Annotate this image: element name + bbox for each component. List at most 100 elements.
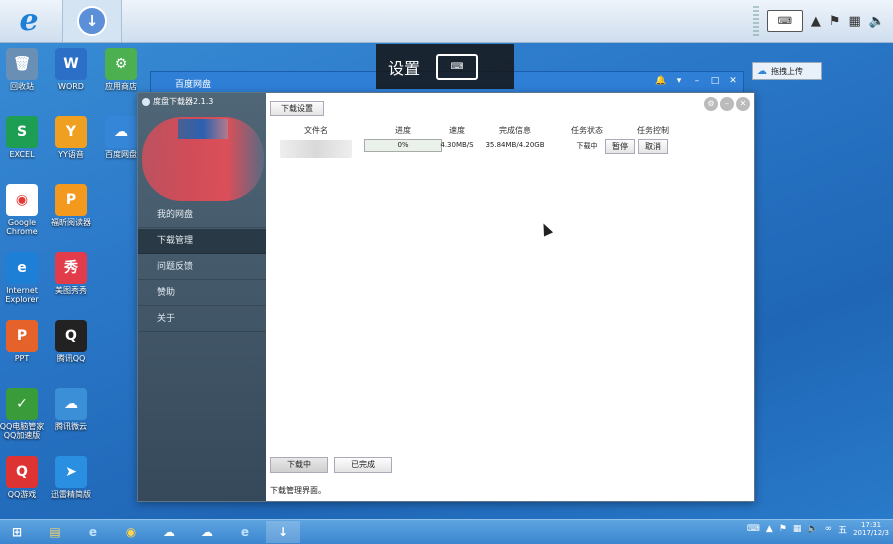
clock[interactable]: 17:31 2017/12/3: [853, 521, 889, 537]
desktop-icon[interactable]: e Internet Explorer: [0, 252, 47, 304]
desktop-icon-label: PPT: [14, 354, 30, 363]
speed-cell: 4.30MB/S: [440, 141, 474, 149]
system-tray: ⌨ ▲ ⚑ ▦ 🔈 ∞ 五 17:31 2017/12/3: [747, 521, 889, 537]
input-method-icon[interactable]: ∞: [825, 524, 833, 534]
windows-start-icon[interactable]: ⊞: [0, 521, 34, 543]
desktop-icon[interactable]: ✓ QQ电脑管家 QQ加速版: [0, 388, 47, 440]
status-line: 下载管理界面。: [270, 486, 326, 495]
toolbar-grip[interactable]: [752, 6, 759, 36]
volume-icon[interactable]: 🔈: [869, 14, 885, 29]
volume-icon[interactable]: 🔈: [807, 524, 818, 534]
desktop-icon-label: EXCEL: [9, 150, 35, 159]
app-icon: 秀: [55, 252, 87, 284]
tab-completed[interactable]: 已完成: [334, 457, 392, 473]
desktop-icon[interactable]: 🗑 回收站: [0, 48, 47, 91]
downloader-window: 度盘下载器2.1.3 我的网盘 下载管理 问题反馈 赞助 关于 ⚙ – ✕ 下载…: [137, 92, 755, 502]
sidebar: 度盘下载器2.1.3 我的网盘 下载管理 问题反馈 赞助 关于: [138, 93, 266, 501]
app-icon: P: [55, 184, 87, 216]
keyboard-icon[interactable]: ⌨: [747, 524, 760, 534]
baidu-cloud-icon[interactable]: ☁: [152, 521, 186, 543]
desktop-icon[interactable]: ➤ 迅雷精简版: [46, 456, 96, 499]
keyboard-icon[interactable]: ⌨: [436, 53, 479, 80]
baidu-cloud-icon-2[interactable]: ☁: [190, 521, 224, 543]
drag-upload-button[interactable]: ☁ 拖拽上传: [752, 62, 822, 80]
baidu-window-title: 百度网盘: [175, 80, 212, 90]
app-icon: ◉: [6, 184, 38, 216]
settings-icon[interactable]: ⚙: [704, 97, 718, 111]
internet-explorer-icon[interactable]: e: [76, 521, 110, 543]
app-icon: Q: [6, 456, 38, 488]
app-icon: ⚙: [105, 48, 137, 80]
desktop-icon[interactable]: W WORD: [46, 48, 96, 91]
desktop-icon-label: Google Chrome: [6, 218, 38, 236]
sidebar-item-about[interactable]: 关于: [138, 307, 266, 332]
ie-taskbar-button[interactable]: e: [0, 0, 58, 42]
internet-explorer-icon: e: [19, 3, 39, 38]
sidebar-item-download-manager[interactable]: 下载管理: [138, 229, 266, 254]
baidu-window-controls: 🔔 ▾ – □ ✕: [655, 75, 739, 87]
desktop-icon-label: 应用商店: [105, 82, 137, 91]
sidebar-item-label: 我的网盘: [157, 210, 194, 220]
flag-icon[interactable]: ⚑: [829, 14, 841, 29]
menu-icon[interactable]: ▾: [673, 75, 685, 87]
input-mode-label[interactable]: 五: [838, 523, 847, 536]
app-icon: ☁: [55, 388, 87, 420]
network-icon[interactable]: ▦: [849, 14, 861, 29]
top-taskbar: e ↓ ⌨ ▲ ⚑ ▦ 🔈: [0, 0, 893, 43]
app-icon: e: [6, 252, 38, 284]
close-icon[interactable]: ✕: [736, 97, 750, 111]
downloader-taskbar-button[interactable]: ↓: [62, 0, 122, 42]
desktop-icon[interactable]: P 福昕阅读器: [46, 184, 96, 227]
minimize-icon[interactable]: –: [720, 97, 734, 111]
cloud-icon: ☁: [757, 65, 767, 77]
desktop-icon[interactable]: ☁ 腾讯微云: [46, 388, 96, 431]
desktop-icon-label: 腾讯微云: [55, 422, 87, 431]
pause-button[interactable]: 暂停: [605, 139, 635, 154]
download-manager-panel: ⚙ – ✕ 下载设置 文件名 进度 速度 完成信息 任务状态 任务控制 0% 4…: [266, 93, 754, 501]
cancel-button[interactable]: 取消: [638, 139, 668, 154]
sidebar-item-my-disk[interactable]: 我的网盘: [138, 203, 266, 228]
arrow-up-icon[interactable]: ▲: [766, 524, 773, 534]
desktop-icon[interactable]: ◉ Google Chrome: [0, 184, 47, 236]
minimize-icon[interactable]: –: [691, 75, 703, 87]
keyboard-icon[interactable]: ⌨: [766, 10, 803, 32]
window-title-text: 度盘下载器2.1.3: [153, 97, 214, 106]
col-speed: 速度: [449, 126, 465, 135]
downloader-icon[interactable]: ↓: [266, 521, 300, 543]
file-explorer-icon[interactable]: ▤: [38, 521, 72, 543]
desktop-icon[interactable]: ⚙ 应用商店: [96, 48, 146, 91]
download-settings-button[interactable]: 下载设置: [270, 101, 324, 116]
desktop-icon[interactable]: Q 腾讯QQ: [46, 320, 96, 363]
desktop-icon[interactable]: 秀美图秀秀: [46, 252, 96, 295]
sidebar-item-label: 关于: [157, 314, 176, 324]
chrome-icon[interactable]: ◉: [114, 521, 148, 543]
top-tray: ⌨ ▲ ⚑ ▦ 🔈: [752, 0, 893, 42]
bell-icon[interactable]: 🔔: [655, 75, 667, 87]
desktop-icon[interactable]: S EXCEL: [0, 116, 47, 159]
desktop-icon[interactable]: P PPT: [0, 320, 47, 363]
clock-time: 17:31: [860, 521, 882, 529]
desktop-icon[interactable]: Q QQ游戏: [0, 456, 47, 499]
desktop-icon[interactable]: Y YY语音: [46, 116, 96, 159]
tab-downloading[interactable]: 下载中: [270, 457, 328, 473]
desktop-icon-label: QQ游戏: [7, 490, 37, 499]
network-icon[interactable]: ▦: [793, 524, 802, 534]
app-icon: W: [55, 48, 87, 80]
app-icon: ✓: [6, 388, 38, 420]
settings-osd: 设置 ⌨: [376, 44, 514, 89]
sidebar-item-label: 问题反馈: [157, 262, 194, 272]
sidebar-item-feedback[interactable]: 问题反馈: [138, 255, 266, 280]
col-filename: 文件名: [304, 126, 328, 135]
maximize-icon[interactable]: □: [709, 75, 721, 87]
close-icon[interactable]: ✕: [727, 75, 739, 87]
sidebar-item-sponsor[interactable]: 赞助: [138, 281, 266, 306]
desktop-icon-label: WORD: [58, 82, 84, 91]
desktop-icon-label: 回收站: [10, 82, 34, 91]
desktop-icon-label: 福昕阅读器: [51, 218, 91, 227]
arrow-up-icon[interactable]: ▲: [811, 14, 821, 29]
flag-icon[interactable]: ⚑: [779, 524, 787, 534]
app-icon: Q: [55, 320, 87, 352]
sidebar-item-label: 赞助: [157, 288, 176, 298]
internet-explorer-icon-2[interactable]: e: [228, 521, 262, 543]
drag-upload-label: 拖拽上传: [771, 66, 803, 76]
